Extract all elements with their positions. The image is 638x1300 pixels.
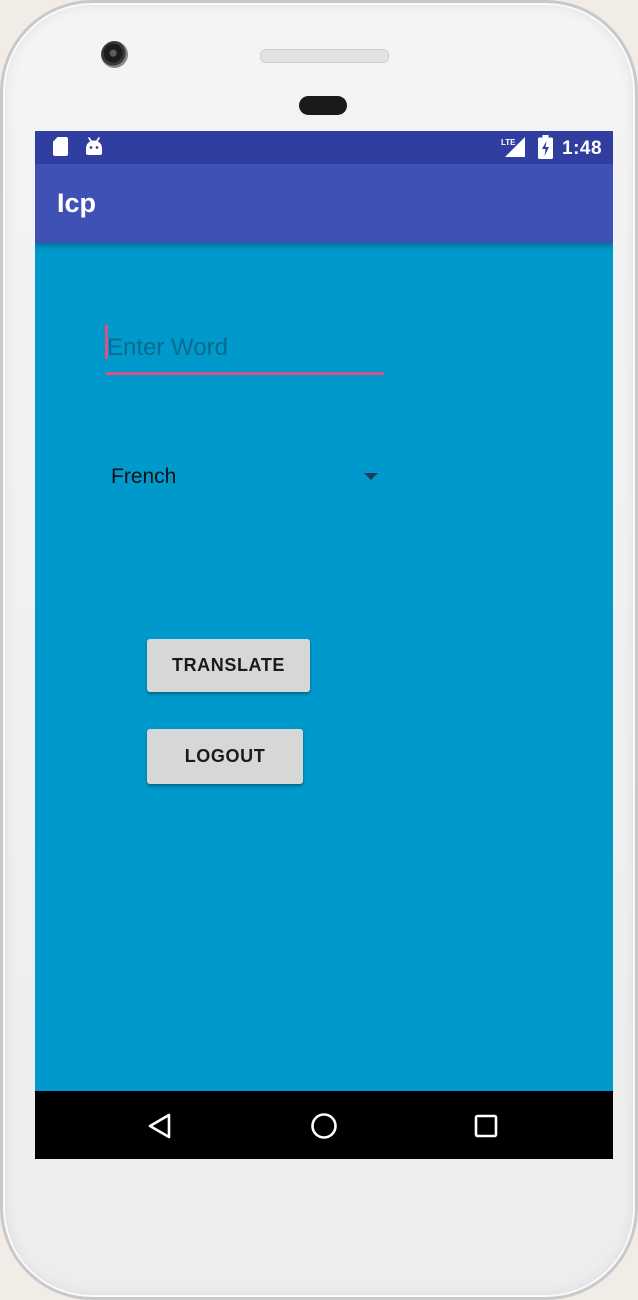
enter-word-input[interactable] [106, 327, 384, 375]
android-icon [86, 137, 102, 155]
back-icon[interactable] [141, 1106, 181, 1146]
recents-icon[interactable] [466, 1106, 506, 1146]
text-cursor [105, 325, 108, 359]
navigation-bar [35, 1091, 613, 1159]
app-toolbar: Icp [35, 164, 613, 243]
network-type-label: LTE [501, 138, 516, 147]
phone-screen: LTE 1:48 Icp French TRANSLATE LOGOUT [35, 131, 613, 1159]
proximity-sensor [299, 96, 347, 115]
app-title: Icp [57, 188, 97, 218]
front-camera [101, 41, 128, 68]
lte-signal-icon: LTE [501, 137, 525, 157]
phone-frame: LTE 1:48 Icp French TRANSLATE LOGOUT [0, 0, 638, 1300]
language-spinner[interactable]: French [106, 456, 386, 498]
status-bar: LTE 1:48 [35, 131, 613, 164]
battery-charging-icon [538, 135, 553, 159]
dropdown-arrow-icon [364, 473, 378, 480]
logout-button[interactable]: LOGOUT [147, 729, 303, 784]
home-icon[interactable] [304, 1106, 344, 1146]
earpiece-speaker [260, 49, 389, 63]
language-spinner-value: French [111, 465, 177, 488]
sd-card-icon [53, 137, 68, 156]
translate-button[interactable]: TRANSLATE [147, 639, 310, 692]
status-time: 1:48 [562, 138, 603, 159]
